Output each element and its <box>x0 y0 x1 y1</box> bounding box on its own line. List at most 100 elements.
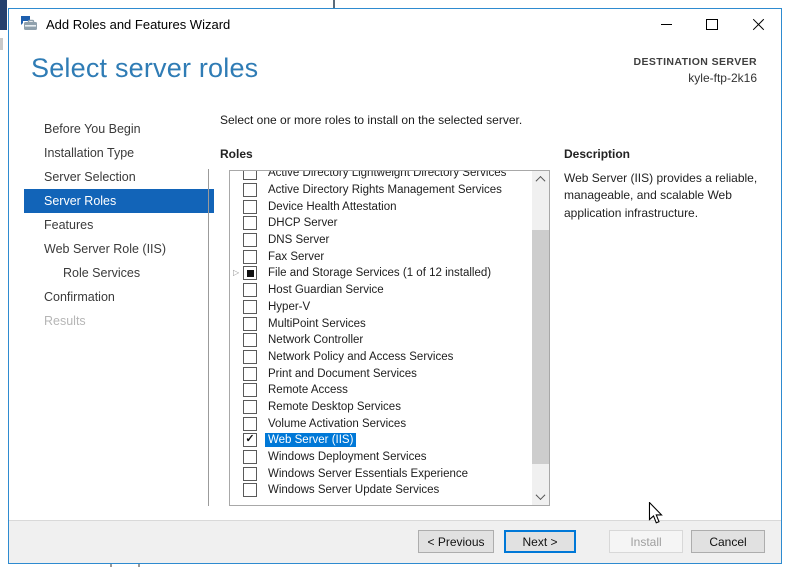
expand-arrow-icon[interactable]: ▷ <box>233 269 243 277</box>
role-row-active-directory-lightweight-directory-services: Active Directory Lightweight Directory S… <box>230 171 532 182</box>
role-checkbox-unchecked[interactable] <box>243 183 257 198</box>
sidebar-item-results: Results <box>44 314 86 328</box>
role-label[interactable]: Windows Server Essentials Experience <box>265 467 471 481</box>
next-button[interactable]: Next > <box>504 530 576 553</box>
maximize-button[interactable] <box>689 9 735 39</box>
role-label[interactable]: DHCP Server <box>265 216 340 230</box>
role-label[interactable]: Fax Server <box>265 250 327 264</box>
role-row-file-and-storage-services-1-of-12-installed: ▷ File and Storage Services (1 of 12 inst… <box>230 265 532 282</box>
role-label[interactable]: Host Guardian Service <box>265 283 387 297</box>
role-label[interactable]: Hyper-V <box>265 300 313 314</box>
background-artifact <box>333 0 335 8</box>
sidebar-item-installation-type[interactable]: Installation Type <box>24 141 214 165</box>
role-row-windows-deployment-services: Windows Deployment Services <box>230 449 532 466</box>
role-label[interactable]: Network Controller <box>265 333 366 347</box>
maximize-icon <box>706 18 718 30</box>
role-label[interactable]: Active Directory Rights Management Servi… <box>265 183 505 197</box>
role-checkbox-unchecked[interactable] <box>243 171 257 181</box>
titlebar: Add Roles and Features Wizard <box>9 9 781 39</box>
instruction-text: Select one or more roles to install on t… <box>220 113 523 127</box>
role-checkbox-unchecked[interactable] <box>243 316 257 331</box>
role-checkbox-unchecked[interactable] <box>243 383 257 398</box>
sidebar-item-features[interactable]: Features <box>24 213 214 237</box>
role-label[interactable]: Web Server (IIS) <box>265 433 357 448</box>
role-row-multipoint-services: MultiPoint Services <box>230 315 532 332</box>
role-row-remote-access: Remote Access <box>230 382 532 399</box>
role-label[interactable]: Windows Server Update Services <box>265 483 442 497</box>
role-label[interactable]: Volume Activation Services <box>265 417 409 431</box>
scrollbar-track[interactable] <box>532 188 549 488</box>
role-checkbox-partial[interactable] <box>243 266 257 281</box>
scroll-up-button[interactable] <box>532 171 549 188</box>
destination-server-label: DESTINATION SERVER <box>633 56 757 68</box>
role-checkbox-checked[interactable]: ✓ <box>243 433 257 448</box>
role-row-network-controller: Network Controller <box>230 332 532 349</box>
role-checkbox-unchecked[interactable] <box>243 366 257 381</box>
role-checkbox-unchecked[interactable] <box>243 349 257 364</box>
description-label: Description <box>564 147 631 161</box>
sidebar-item-confirmation[interactable]: Confirmation <box>24 285 214 309</box>
role-label[interactable]: Windows Deployment Services <box>265 450 430 464</box>
wizard-toolbox-icon <box>21 16 37 30</box>
close-icon <box>752 18 765 31</box>
minimize-button[interactable] <box>643 9 689 39</box>
install-button[interactable]: Install <box>609 530 683 553</box>
roles-listbox: Active Directory Lightweight Directory S… <box>229 170 550 506</box>
wizard-nav: Before You Begin Installation Type Server … <box>24 117 214 333</box>
sidebar-item-web-server-role-iis[interactable]: Web Server Role (IIS) <box>24 237 214 261</box>
scrollbar-thumb[interactable] <box>532 230 549 464</box>
destination-server-block: DESTINATION SERVER kyle-ftp-2k16 <box>634 56 758 85</box>
role-checkbox-unchecked[interactable] <box>243 483 257 498</box>
role-checkbox-unchecked[interactable] <box>243 416 257 431</box>
role-checkbox-unchecked[interactable] <box>243 450 257 465</box>
destination-server-name: kyle-ftp-2k16 <box>688 71 757 85</box>
role-label[interactable]: Active Directory Lightweight Directory S… <box>265 171 509 180</box>
role-checkbox-unchecked[interactable] <box>243 249 257 264</box>
scroll-down-button[interactable] <box>532 488 549 505</box>
role-label[interactable]: Remote Desktop Services <box>265 400 404 414</box>
role-checkbox-unchecked[interactable] <box>243 283 257 298</box>
role-row-web-server-iis: ✓ Web Server (IIS) <box>230 432 532 449</box>
page-title: Select server roles <box>31 53 259 83</box>
chevron-down-icon <box>535 490 546 501</box>
role-label[interactable]: MultiPoint Services <box>265 317 369 331</box>
checkmark-icon: ✓ <box>245 433 255 446</box>
add-roles-wizard-window: Add Roles and Features Wizard Select ser… <box>8 8 782 564</box>
role-row-network-policy-and-access-services: Network Policy and Access Services <box>230 349 532 366</box>
minimize-icon <box>660 23 672 25</box>
roles-rows: Active Directory Lightweight Directory S… <box>230 171 532 499</box>
role-row-windows-server-update-services: Windows Server Update Services <box>230 482 532 499</box>
role-row-windows-server-essentials-experience: Windows Server Essentials Experience <box>230 465 532 482</box>
role-label[interactable]: Device Health Attestation <box>265 200 400 214</box>
previous-button[interactable]: < Previous <box>418 530 494 553</box>
background-artifact <box>0 38 3 50</box>
role-row-host-guardian-service: Host Guardian Service <box>230 282 532 299</box>
sidebar-item-role-services[interactable]: Role Services <box>24 261 214 285</box>
role-checkbox-unchecked[interactable] <box>243 299 257 314</box>
role-checkbox-unchecked[interactable] <box>243 399 257 414</box>
role-checkbox-unchecked[interactable] <box>243 233 257 248</box>
role-label[interactable]: Print and Document Services <box>265 367 420 381</box>
description-text: Web Server (IIS) provides a reliable, ma… <box>564 171 758 220</box>
sidebar-item-before-you-begin[interactable]: Before You Begin <box>24 117 214 141</box>
roles-list-label: Roles <box>220 147 253 161</box>
role-checkbox-unchecked[interactable] <box>243 216 257 231</box>
chevron-up-icon <box>535 175 546 186</box>
role-label[interactable]: Network Policy and Access Services <box>265 350 456 364</box>
role-checkbox-unchecked[interactable] <box>243 466 257 481</box>
role-label[interactable]: DNS Server <box>265 233 332 247</box>
window-title: Add Roles and Features Wizard <box>46 16 231 32</box>
role-label[interactable]: Remote Access <box>265 383 351 397</box>
role-row-dns-server: DNS Server <box>230 232 532 249</box>
role-row-dhcp-server: DHCP Server <box>230 215 532 232</box>
role-checkbox-unchecked[interactable] <box>243 199 257 214</box>
role-label[interactable]: File and Storage Services (1 of 12 insta… <box>265 266 494 280</box>
nav-divider <box>208 169 209 506</box>
sidebar-item-server-roles[interactable]: Server Roles <box>24 189 214 213</box>
vertical-scrollbar[interactable] <box>532 171 549 505</box>
close-button[interactable] <box>735 9 781 39</box>
sidebar-item-server-selection[interactable]: Server Selection <box>24 165 214 189</box>
role-checkbox-unchecked[interactable] <box>243 333 257 348</box>
cancel-button[interactable]: Cancel <box>691 530 765 553</box>
role-row-volume-activation-services: Volume Activation Services <box>230 415 532 432</box>
